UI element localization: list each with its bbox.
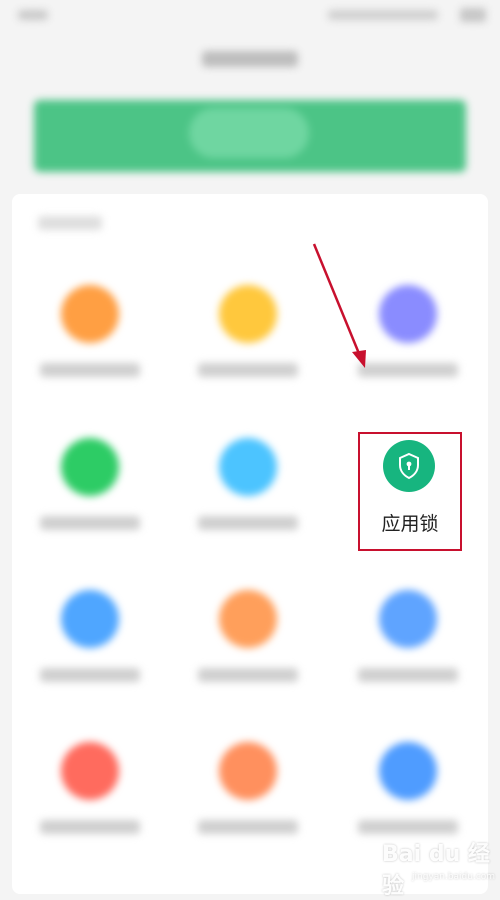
watermark-sub: jingyan.baidu.com (412, 872, 496, 882)
app-lock-highlight-box[interactable]: 应用锁 (358, 432, 462, 551)
watermark-main: Bai du 经验 (382, 842, 490, 899)
baidu-jingyan-watermark: Bai du 经验 jingyan.baidu.com (382, 834, 496, 899)
shield-lock-icon (383, 440, 435, 492)
app-lock-label: 应用锁 (381, 513, 439, 535)
